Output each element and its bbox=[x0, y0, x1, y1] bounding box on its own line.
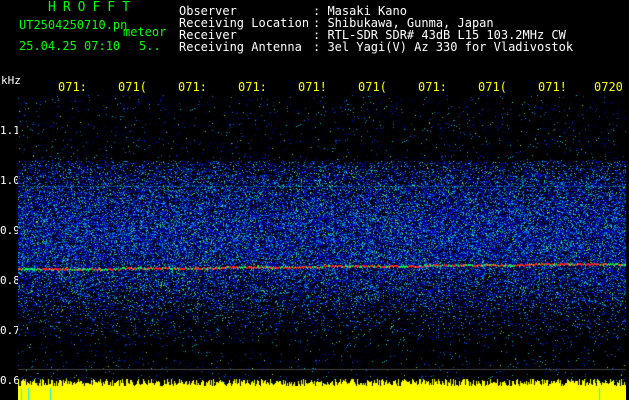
x-tick-label: 071: bbox=[58, 80, 87, 94]
y-tick-label: 0.6 bbox=[0, 374, 20, 387]
y-tick-label: 0.7 bbox=[0, 324, 20, 337]
meta-value-antenna: : 3el Yagi(V) Az 330 for Vladivostok bbox=[313, 40, 574, 54]
meteor-label: meteor bbox=[123, 25, 167, 39]
x-tick-label: 071: bbox=[238, 80, 267, 94]
x-tick-label: 071: bbox=[418, 80, 447, 94]
x-tick-label: 071: bbox=[178, 80, 207, 94]
x-tick-label: 071! bbox=[538, 80, 567, 94]
date-time: 25.04.25 07:10 bbox=[19, 39, 121, 53]
meta-label-antenna: Receiving Antenna bbox=[179, 40, 302, 54]
x-tick-label: 071! bbox=[298, 80, 327, 94]
file-name: UT2504250710.pn bbox=[19, 18, 128, 32]
x-tick-label: 071( bbox=[358, 80, 387, 94]
y-tick-label: 0.8 bbox=[0, 274, 20, 287]
x-tick-label: 071( bbox=[478, 80, 507, 94]
y-tick-label: 1.0 bbox=[0, 174, 20, 187]
meteor-count: 5.. bbox=[139, 39, 161, 53]
y-tick-label: 0.9 bbox=[0, 224, 20, 237]
app-title: HROFFT bbox=[48, 0, 137, 15]
y-axis-unit: kHz bbox=[1, 74, 21, 87]
x-tick-label: 0720 bbox=[594, 80, 623, 94]
y-tick-label: 1.1 bbox=[0, 124, 20, 137]
spectrogram-canvas bbox=[18, 95, 626, 400]
x-tick-label: 071( bbox=[118, 80, 147, 94]
spectrogram-plot bbox=[18, 95, 626, 400]
